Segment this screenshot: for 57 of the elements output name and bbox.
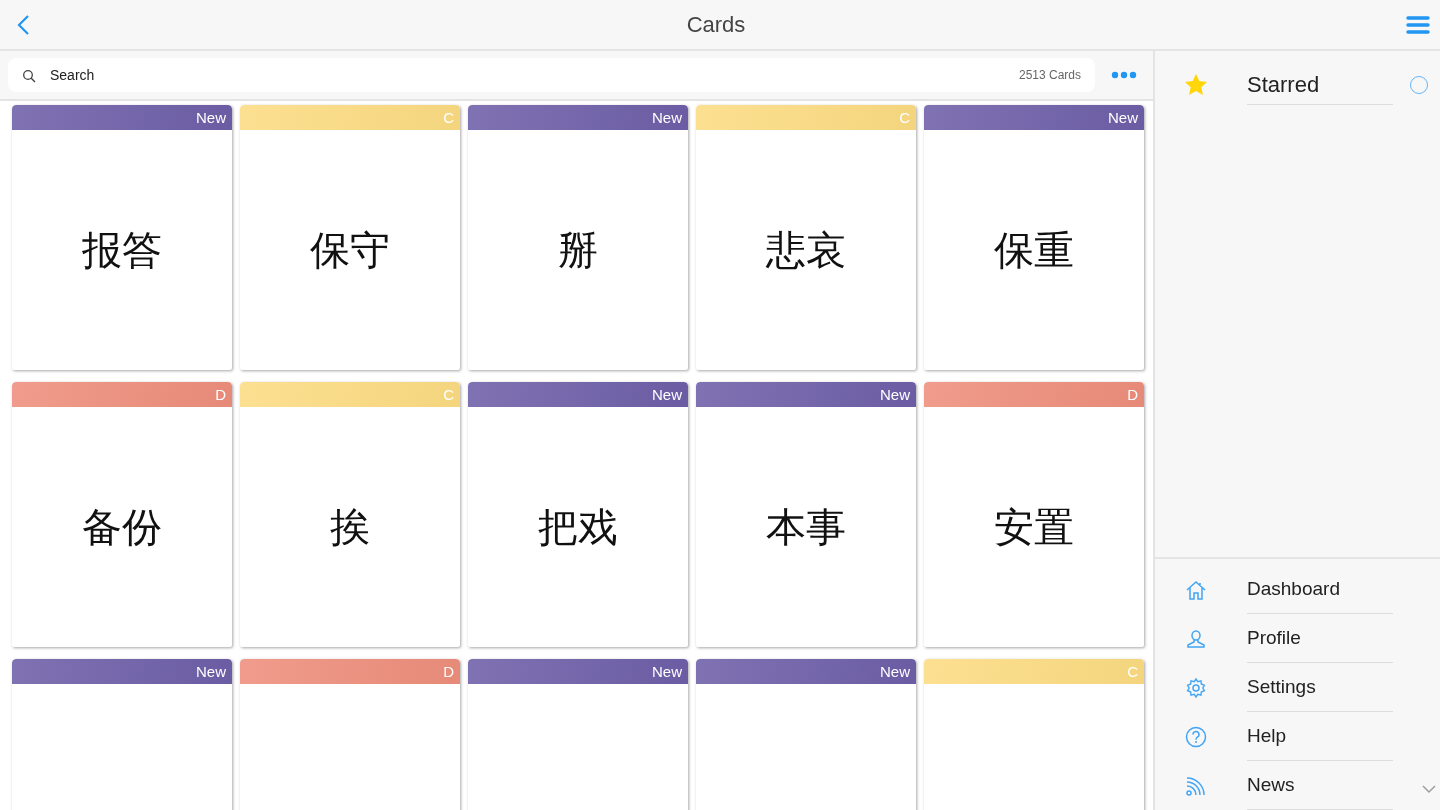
grade-label: C bbox=[1127, 663, 1138, 680]
grade-label: New bbox=[880, 386, 910, 403]
card-word: 备份 bbox=[82, 502, 162, 552]
flash-card[interactable]: C 悲哀 bbox=[696, 105, 916, 370]
flash-card[interactable]: New bbox=[468, 659, 688, 810]
starred-label: Starred bbox=[1247, 71, 1393, 105]
card-word: 把戏 bbox=[538, 502, 618, 552]
page-title: Cards bbox=[686, 11, 746, 38]
grade-label: New bbox=[1108, 109, 1138, 126]
grade-label: D bbox=[215, 386, 226, 403]
star-icon bbox=[1183, 72, 1209, 98]
grade-label: New bbox=[652, 109, 682, 126]
nav-item[interactable]: Profile bbox=[1155, 614, 1440, 663]
card-word: 保守 bbox=[310, 225, 390, 275]
menu-icon bbox=[1406, 14, 1430, 35]
grade-label: D bbox=[443, 663, 454, 680]
flash-card[interactable]: New 保重 bbox=[924, 105, 1144, 370]
grade-label: D bbox=[1127, 386, 1138, 403]
flash-card[interactable]: New 把戏 bbox=[468, 382, 688, 647]
grade-label: C bbox=[443, 109, 454, 126]
flash-card[interactable]: C 保守 bbox=[240, 105, 460, 370]
help-icon bbox=[1185, 725, 1207, 748]
flash-card[interactable]: C 挨 bbox=[240, 382, 460, 647]
flash-card[interactable]: New 本事 bbox=[696, 382, 916, 647]
person-icon bbox=[1185, 627, 1207, 650]
card-word: 本事 bbox=[766, 502, 846, 552]
more-icon bbox=[1111, 71, 1137, 79]
card-word: 悲哀 bbox=[766, 225, 846, 275]
card-word: 安置 bbox=[994, 502, 1074, 552]
grade-label: New bbox=[196, 663, 226, 680]
nav-item[interactable]: Help bbox=[1155, 712, 1440, 761]
rss-icon bbox=[1185, 774, 1207, 797]
flash-card[interactable]: New 掰 bbox=[468, 105, 688, 370]
card-word: 掰 bbox=[558, 225, 598, 275]
card-word: 保重 bbox=[994, 225, 1074, 275]
grade-label: New bbox=[880, 663, 910, 680]
grade-label: C bbox=[899, 109, 910, 126]
more-button[interactable] bbox=[1109, 69, 1139, 81]
settings-icon bbox=[1185, 676, 1207, 699]
card-word: 报答 bbox=[82, 225, 162, 275]
flash-card[interactable]: New bbox=[12, 659, 232, 810]
flash-card[interactable]: New 报答 bbox=[12, 105, 232, 370]
grade-label: New bbox=[196, 109, 226, 126]
scroll-down-icon[interactable] bbox=[1422, 784, 1436, 794]
card-count: 2513 Cards bbox=[1018, 68, 1081, 82]
grade-label: New bbox=[652, 386, 682, 403]
nav-item[interactable]: Dashboard bbox=[1155, 565, 1440, 614]
flash-card[interactable]: New bbox=[696, 659, 916, 810]
card-word: 挨 bbox=[330, 502, 370, 552]
grade-label: New bbox=[652, 663, 682, 680]
search-icon bbox=[22, 69, 36, 83]
flash-card[interactable]: D 备份 bbox=[12, 382, 232, 647]
nav-item[interactable]: Settings bbox=[1155, 663, 1440, 712]
home-icon bbox=[1185, 578, 1207, 601]
nav-item[interactable]: News bbox=[1155, 761, 1440, 810]
flash-card[interactable]: D 安置 bbox=[924, 382, 1144, 647]
grade-label: C bbox=[443, 386, 454, 403]
